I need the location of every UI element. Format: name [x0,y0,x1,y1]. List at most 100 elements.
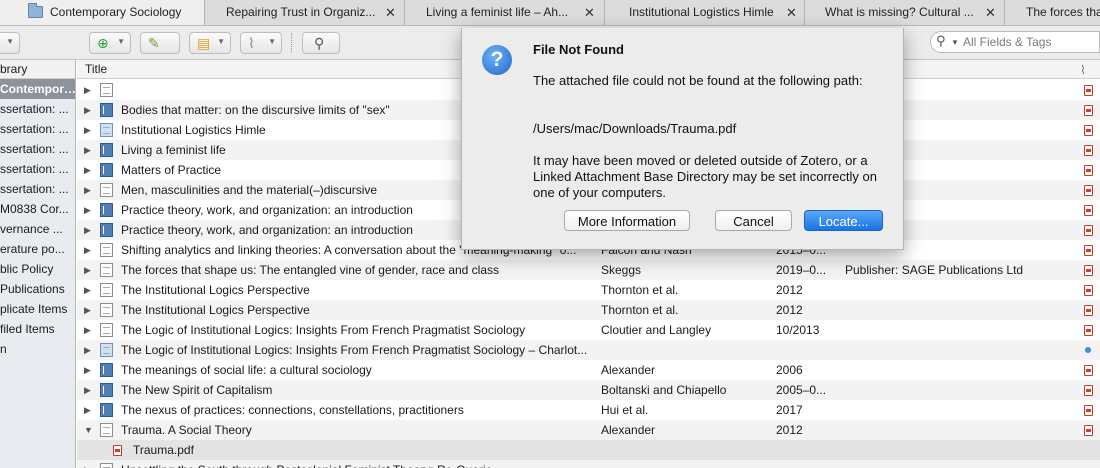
new-note-button[interactable]: ▤ ▼ [189,32,231,54]
expand-arrow-icon[interactable]: ▶ [84,180,94,200]
expand-arrow-icon[interactable]: ▶ [84,80,94,100]
table-row[interactable]: ▶ Unsettling the South through Postcoloni… [77,460,1100,468]
pdf-attachment-icon[interactable] [1084,245,1093,256]
document-icon [100,83,113,97]
table-row[interactable]: ▶ The Institutional Logics Perspective Tho… [77,280,1100,300]
expand-arrow-icon[interactable]: ▶ [84,460,94,468]
locate-button[interactable]: Locate... [804,210,883,231]
library-header[interactable]: brary [0,60,75,79]
expand-arrow-icon[interactable]: ▶ [84,100,94,120]
pdf-attachment-icon[interactable] [1084,125,1093,136]
expand-arrow-icon[interactable]: ▶ [84,220,94,240]
expand-arrow-icon[interactable]: ▶ [84,160,94,180]
search-mode-chevron-icon[interactable]: ▼ [951,38,959,47]
pdf-attachment-icon[interactable] [1084,85,1093,96]
table-row[interactable]: ▶ The Logic of Institutional Logics: Insi… [77,340,1100,360]
collection-item[interactable]: vernance ... [0,219,75,239]
more-information-button[interactable]: More Information [564,210,690,231]
collection-item[interactable]: Contempora... [0,79,75,99]
pdf-attachment-icon[interactable] [1084,305,1093,316]
table-row[interactable]: ▶ The New Spirit of Capitalism Boltanski a… [77,380,1100,400]
creator-cell: Skeggs [601,263,642,277]
tab-the-forces[interactable]: The forces tha [1005,0,1100,25]
close-icon[interactable]: ✕ [385,0,396,25]
attachment-row[interactable]: Trauma.pdf [77,440,1100,460]
close-icon[interactable]: ✕ [985,0,996,25]
title-column-header[interactable]: Title [85,60,107,78]
new-item-button[interactable]: ⊕ ▼ [89,32,131,54]
tab-living-feminist-life[interactable]: Living a feminist life – Ah... ✕ [405,0,605,25]
collapse-arrow-icon[interactable]: ▼ [84,420,94,440]
expand-arrow-icon[interactable]: ▶ [84,380,94,400]
expand-arrow-icon[interactable]: ▶ [84,300,94,320]
advanced-search-button[interactable]: ⚲ [302,32,340,54]
chevron-down-icon: ▼ [117,37,125,46]
table-row[interactable]: ▼ Trauma. A Social Theory Alexander 2012 [77,420,1100,440]
tab-institutional-logistics[interactable]: Institutional Logistics Himle ✕ [605,0,805,25]
expand-arrow-icon[interactable]: ▶ [84,240,94,260]
pdf-attachment-icon[interactable] [1084,185,1093,196]
pdf-attachment-icon[interactable] [1084,325,1093,336]
paperclip-icon[interactable]: ⌇ [1080,63,1086,77]
title-cell: The nexus of practices: connections, con… [121,403,464,417]
expand-arrow-icon[interactable]: ▶ [84,260,94,280]
book-icon [100,363,113,377]
collections-pane: brary Contempora... ssertation: ... sserta… [0,60,76,468]
expand-arrow-icon[interactable]: ▶ [84,320,94,340]
plus-circle-icon: ⊕ [97,35,109,51]
expand-arrow-icon[interactable]: ▶ [84,140,94,160]
expand-arrow-icon[interactable]: ▶ [84,360,94,380]
pdf-attachment-icon[interactable] [1084,165,1093,176]
expand-arrow-icon[interactable]: ▶ [84,340,94,360]
expand-arrow-icon[interactable]: ▶ [84,280,94,300]
date-cell: 2005–0... [776,383,827,397]
collection-menu-button[interactable]: ▼ [0,32,20,54]
expand-arrow-icon[interactable]: ▶ [84,120,94,140]
collection-item[interactable]: filed Items [0,319,75,339]
table-row[interactable]: ▶ The forces that shape us: The entangled… [77,260,1100,280]
table-row[interactable]: ▶ The Logic of Institutional Logics: Insi… [77,320,1100,340]
creator-cell: Hui et al. [601,403,649,417]
close-icon[interactable]: ✕ [584,0,595,25]
document-icon [100,183,113,197]
table-row[interactable]: ▶ The meanings of social life: a cultural… [77,360,1100,380]
pdf-attachment-icon[interactable] [1084,205,1093,216]
add-attachment-button[interactable]: ⌇ ▼ [240,32,282,54]
collection-item[interactable]: ssertation: ... [0,159,75,179]
search-input[interactable] [961,34,1096,50]
collection-item[interactable]: plicate Items [0,299,75,319]
table-row[interactable]: ▶ The nexus of practices: connections, co… [77,400,1100,420]
collection-item[interactable]: ssertation: ... [0,139,75,159]
pdf-attachment-icon[interactable] [1084,105,1093,116]
pdf-attachment-icon[interactable] [1084,285,1093,296]
collection-item[interactable]: ssertation: ... [0,119,75,139]
collection-item[interactable]: erature po... [0,239,75,259]
table-row[interactable]: ▶ The Institutional Logics Perspective Tho… [77,300,1100,320]
cancel-button[interactable]: Cancel [715,210,792,231]
title-cell: The Institutional Logics Perspective [121,283,310,297]
collection-item[interactable]: blic Policy [0,259,75,279]
pdf-attachment-icon[interactable] [1084,365,1093,376]
search-box[interactable]: ⚲ ▼ [930,31,1100,53]
pdf-attachment-icon[interactable] [1084,385,1093,396]
tab-what-is-missing[interactable]: What is missing? Cultural ... ✕ [805,0,1005,25]
pdf-attachment-icon[interactable] [1084,265,1093,276]
pdf-attachment-icon[interactable] [1084,405,1093,416]
collection-item[interactable]: M0838 Cor... [0,199,75,219]
expand-arrow-icon[interactable]: ▶ [84,200,94,220]
collection-item[interactable]: ssertation: ... [0,99,75,119]
document-icon [100,263,113,277]
pdf-attachment-icon[interactable] [1084,425,1093,436]
collection-item[interactable]: Publications [0,279,75,299]
tab-contemporary-sociology[interactable]: Contemporary Sociology [0,0,205,25]
tab-repairing-trust[interactable]: Repairing Trust in Organiz... ✕ [205,0,405,25]
add-by-identifier-button[interactable]: ✎ [140,32,180,54]
expand-arrow-icon[interactable]: ▶ [84,400,94,420]
pdf-attachment-icon[interactable] [1084,225,1093,236]
collection-item[interactable]: ssertation: ... [0,179,75,199]
pdf-attachment-icon[interactable] [1084,145,1093,156]
close-icon[interactable]: ✕ [786,0,797,25]
collection-item[interactable]: n [0,339,75,359]
book-icon [100,223,113,237]
link-attachment-icon[interactable] [1085,347,1091,353]
